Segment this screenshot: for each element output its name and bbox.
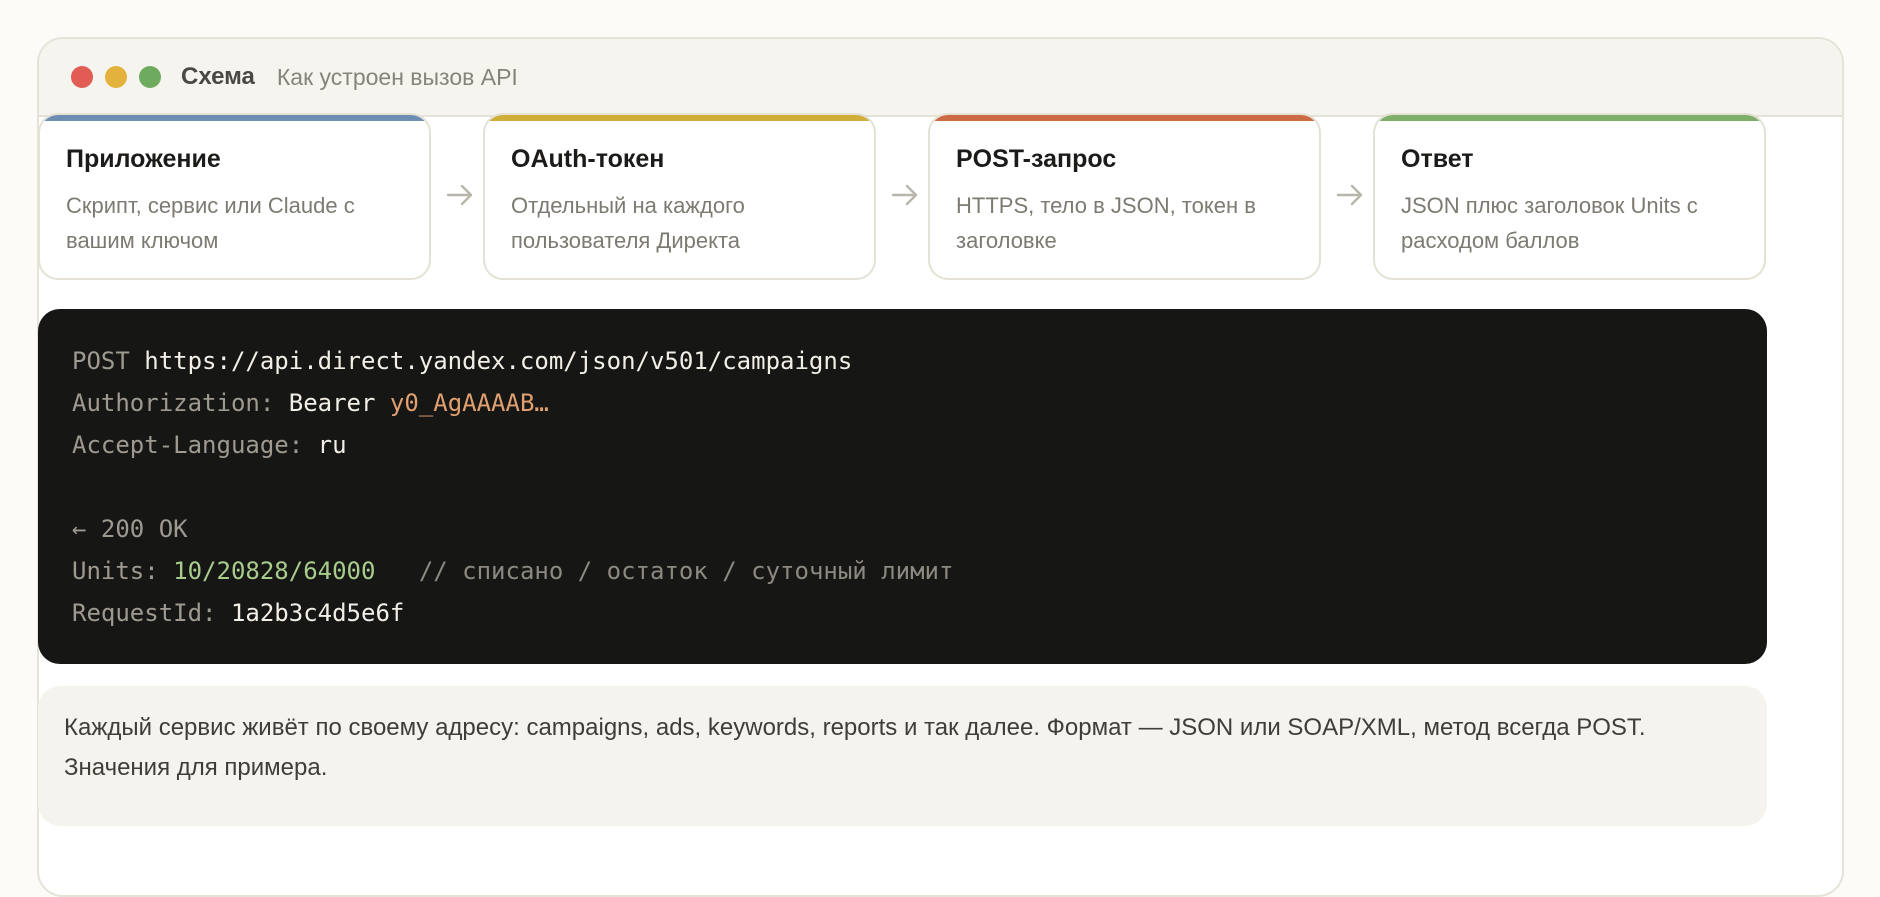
auth-scheme: Bearer	[288, 389, 376, 417]
api-flow: Приложение Скрипт, сервис или Claude с в…	[38, 113, 1767, 280]
arrow-right-icon	[879, 175, 931, 215]
note-line: Каждый сервис живёт по своему адресу: ca…	[64, 714, 1646, 741]
step-accent-bar	[930, 115, 1319, 121]
step-desc-line: пользователя Директа	[511, 228, 741, 253]
step-accent-bar	[40, 115, 429, 121]
step-response: Ответ JSON плюс заголовок Units с расход…	[1373, 113, 1766, 280]
step-desc-line: HTTPS, тело в JSON, токен в	[956, 193, 1256, 218]
step-desc-line: вашим ключом	[66, 228, 219, 253]
step-desc-line: заголовке	[956, 228, 1057, 253]
step-title: Ответ	[1401, 145, 1474, 173]
window-titlebar: Схема Как устроен вызов API	[39, 39, 1842, 117]
close-window-dot[interactable]	[71, 66, 93, 88]
arrow-right-icon	[1324, 175, 1376, 215]
maximize-window-dot[interactable]	[139, 66, 161, 88]
code-line-language: Accept-Language: ru	[72, 424, 1733, 466]
arrow-right-icon	[434, 175, 486, 215]
header-key: Accept-Language:	[72, 431, 304, 459]
units-value: 10/20828/64000	[173, 557, 376, 585]
code-line-status: ← 200 OK	[72, 508, 1733, 550]
code-line-request-id: RequestId: 1a2b3c4d5e6f	[72, 592, 1733, 634]
response-status: ← 200 OK	[72, 515, 188, 543]
header-value: ru	[317, 431, 347, 459]
explanation-note: Каждый сервис живёт по своему адресу: ca…	[38, 686, 1767, 826]
units-comment: // списано / остаток / суточный лимит	[418, 557, 954, 585]
request-url: https://api.direct.yandex.com/json/v501/…	[144, 347, 853, 375]
step-accent-bar	[485, 115, 874, 121]
window-title: Схема	[181, 63, 255, 90]
step-title: Приложение	[66, 145, 221, 173]
code-line-request: POST https://api.direct.yandex.com/json/…	[72, 340, 1733, 382]
header-key: Authorization:	[72, 389, 275, 417]
step-post-request: POST-запрос HTTPS, тело в JSON, токен в …	[928, 113, 1321, 280]
step-title: POST-запрос	[956, 145, 1117, 173]
note-line: Значения для примера.	[64, 754, 328, 781]
step-accent-bar	[1375, 115, 1764, 121]
step-oauth-token: OAuth-токен Отдельный на каждого пользов…	[483, 113, 876, 280]
window-subtitle: Как устроен вызов API	[276, 63, 518, 90]
auth-token: y0_AgAAAAB…	[389, 389, 549, 417]
code-example: POST https://api.direct.yandex.com/json/…	[38, 309, 1767, 664]
step-desc-line: JSON плюс заголовок Units с	[1401, 193, 1698, 218]
step-desc-line: расходом баллов	[1401, 228, 1580, 253]
step-desc-line: Скрипт, сервис или Claude с	[66, 193, 355, 218]
header-key: Units:	[72, 557, 159, 585]
request-id-value: 1a2b3c4d5e6f	[230, 599, 405, 627]
http-method: POST	[72, 347, 130, 375]
step-desc-line: Отдельный на каждого	[511, 193, 745, 218]
code-line-authorization: Authorization: Bearer y0_AgAAAAB…	[72, 382, 1733, 424]
code-line-units: Units: 10/20828/64000 // списано / остат…	[72, 550, 1733, 592]
step-app: Приложение Скрипт, сервис или Claude с в…	[38, 113, 431, 280]
minimize-window-dot[interactable]	[105, 66, 127, 88]
step-title: OAuth-токен	[511, 145, 665, 173]
header-key: RequestId:	[72, 599, 217, 627]
